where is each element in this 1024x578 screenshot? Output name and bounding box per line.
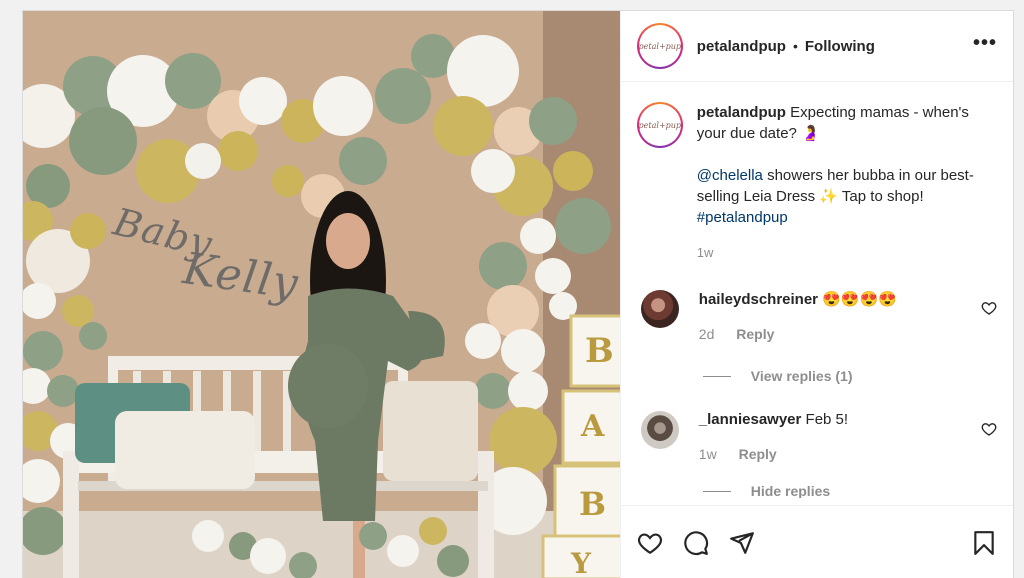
comment-meta: 1w Reply — [699, 446, 979, 462]
block-letter: Y — [571, 547, 591, 578]
bookmark-icon[interactable] — [971, 530, 997, 556]
block-letter: A — [581, 409, 605, 444]
caption-body: petalandpup Expecting mamas - when's you… — [697, 102, 997, 263]
avatar-logo: petal+pup — [639, 25, 681, 67]
commenter-avatar[interactable] — [640, 411, 679, 449]
woven-pillow — [383, 381, 478, 481]
comment-text: 😍😍😍😍 — [822, 291, 897, 308]
post-header: petal+pup petalandpup • Following ••• — [620, 11, 1013, 82]
heart-icon[interactable] — [981, 421, 997, 437]
action-bar — [620, 505, 1013, 578]
comment-item: haileydschreiner 😍😍😍😍 2d Reply — [637, 290, 997, 342]
more-icon[interactable]: ••• — [973, 32, 997, 61]
photo-illustration — [23, 11, 620, 578]
view-replies-label: View replies (1) — [750, 368, 853, 384]
divider-line — [702, 490, 731, 492]
hide-replies-label: Hide replies — [750, 484, 831, 498]
comment-timestamp[interactable]: 1w — [699, 446, 717, 462]
block-letter: B — [585, 331, 614, 371]
post-side-panel: petal+pup petalandpup • Following ••• pe… — [619, 11, 1013, 578]
comment-username[interactable]: haileydschreiner — [699, 291, 818, 308]
comment-text: Feb 5! — [805, 411, 849, 428]
instagram-post: Baby Kelly B A B Y petal+pup petalandpup… — [22, 10, 1014, 578]
comment-timestamp[interactable]: 2d — [699, 326, 715, 342]
share-icon[interactable] — [729, 530, 755, 556]
comment-meta: 2d Reply — [699, 326, 979, 342]
divider-line — [702, 375, 731, 377]
post-photo[interactable]: Baby Kelly B A B Y — [23, 11, 620, 578]
view-replies-button[interactable]: View replies (1) — [702, 368, 997, 384]
commenter-avatar[interactable] — [640, 290, 679, 328]
post-caption: petal+pup petalandpup Expecting mamas - … — [636, 102, 997, 263]
avatar-logo: petal+pup — [639, 104, 681, 146]
following-button[interactable]: Following — [805, 38, 875, 55]
avatar[interactable]: petal+pup — [636, 23, 683, 69]
avatar[interactable]: petal+pup — [636, 102, 683, 148]
hashtag-link[interactable]: #petalandpup — [697, 209, 788, 226]
comment-icon[interactable] — [683, 530, 709, 556]
comment-username[interactable]: _lanniesawyer — [699, 411, 802, 428]
comment-body: _lanniesawyer Feb 5! 1w Reply — [699, 411, 979, 462]
hide-replies-button[interactable]: Hide replies — [702, 484, 997, 498]
cream-pillow — [115, 411, 255, 489]
caption-username[interactable]: petalandpup — [697, 104, 786, 121]
block-letter: B — [579, 485, 607, 523]
heart-icon[interactable] — [981, 300, 997, 316]
heart-icon[interactable] — [637, 530, 663, 556]
reply-button[interactable]: Reply — [736, 326, 774, 342]
comments-section: petal+pup petalandpup Expecting mamas - … — [621, 82, 1013, 505]
comment-body: haileydschreiner 😍😍😍😍 2d Reply — [699, 290, 979, 342]
reply-button[interactable]: Reply — [739, 446, 777, 462]
mention-link[interactable]: @chelella — [697, 167, 763, 184]
header-separator: • — [792, 38, 798, 54]
caption-timestamp[interactable]: 1w — [697, 242, 997, 263]
comment-item: _lanniesawyer Feb 5! 1w Reply — [637, 411, 997, 462]
header-username[interactable]: petalandpup — [697, 38, 786, 55]
